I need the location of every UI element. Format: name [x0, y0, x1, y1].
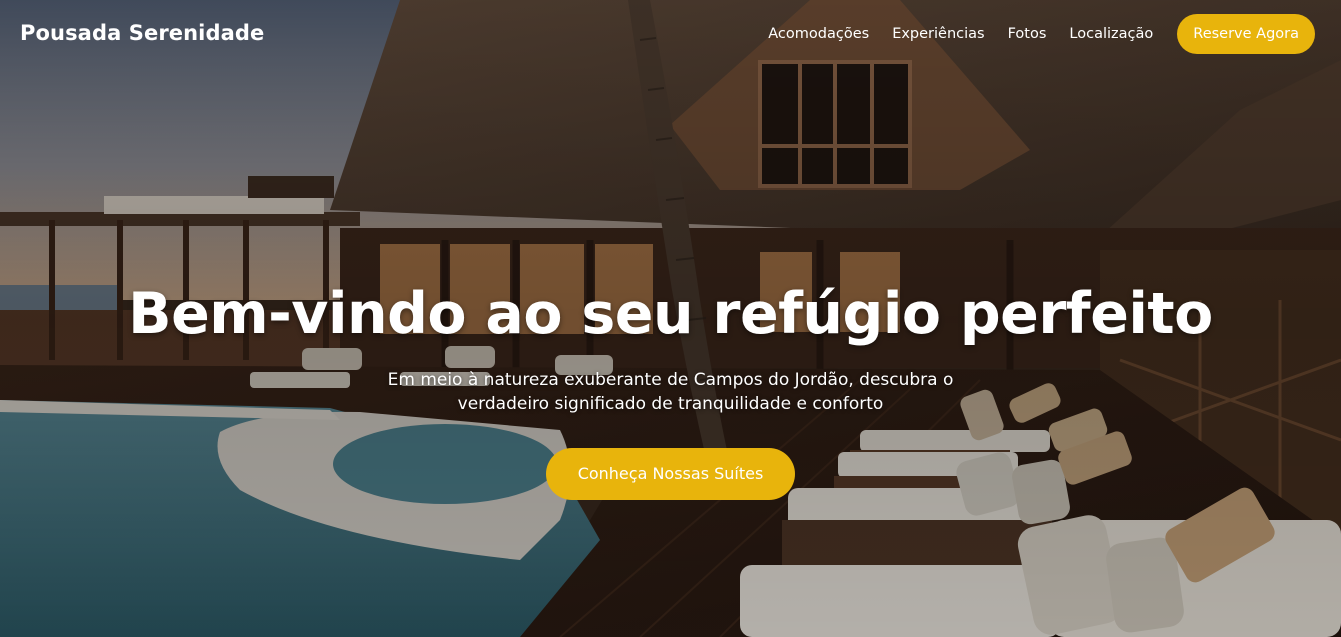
nav-link-localizacao[interactable]: Localização: [1069, 26, 1153, 42]
nav-links: Acomodações Experiências Fotos Localizaç…: [768, 14, 1315, 54]
brand-logo-text[interactable]: Pousada Serenidade: [20, 21, 264, 45]
top-navigation-bar: Pousada Serenidade Acomodações Experiênc…: [0, 0, 1341, 68]
hero-section: Pousada Serenidade Acomodações Experiênc…: [0, 0, 1341, 637]
hero-subtitle: Em meio à natureza exuberante de Campos …: [387, 370, 954, 414]
nav-link-experiencias[interactable]: Experiências: [892, 26, 984, 42]
explore-suites-button[interactable]: Conheça Nossas Suítes: [545, 448, 796, 500]
nav-link-acomodacoes[interactable]: Acomodações: [768, 26, 869, 42]
reserve-now-button[interactable]: Reserve Agora: [1177, 14, 1315, 54]
nav-link-fotos[interactable]: Fotos: [1008, 26, 1047, 42]
hero-content: Bem-vindo ao seu refúgio perfeito Em mei…: [0, 280, 1341, 500]
hero-title: Bem-vindo ao seu refúgio perfeito: [128, 281, 1213, 347]
